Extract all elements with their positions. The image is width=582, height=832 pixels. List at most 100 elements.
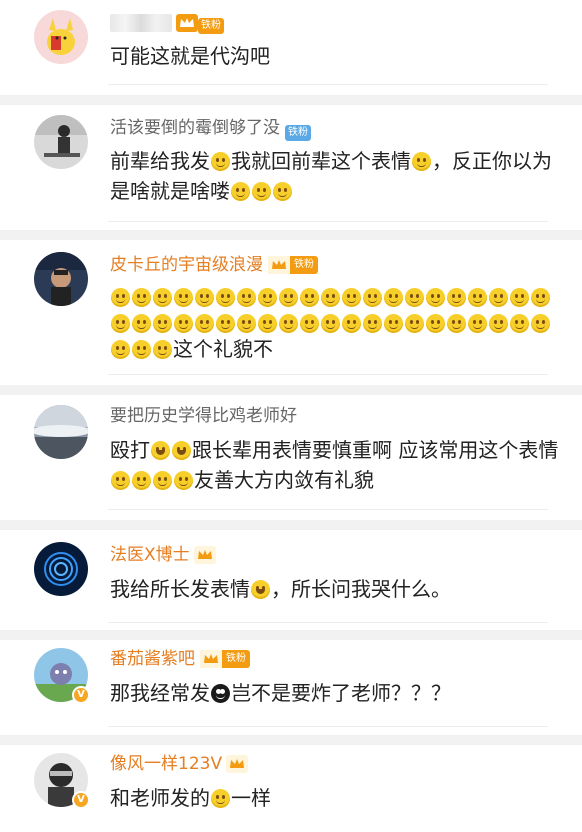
verified-v-icon: V [72, 686, 90, 704]
smile-emoji-icon [195, 288, 214, 307]
smile-emoji-icon [447, 288, 466, 307]
comment-item: 皮卡丘的宇宙级浪漫 铁粉 这个礼貌不 [0, 240, 582, 385]
comment-text: 那我经常发 岂不是要炸了老师？？？ [110, 678, 560, 708]
text-part: 岂不是要炸了老师？？？ [231, 681, 451, 705]
smile-emoji-icon [132, 314, 151, 333]
verified-v-icon: V [72, 791, 90, 809]
smile-emoji-icon [342, 314, 361, 333]
username-text: 皮卡丘的宇宙级浪漫 [110, 255, 263, 275]
comment-text: 我给所长发表情 ，所长问我哭什么。 [110, 574, 560, 604]
crown-icon [226, 755, 249, 773]
username[interactable]: 法医X博士 [110, 544, 216, 566]
smile-emoji-icon [489, 314, 508, 333]
comment-text: 和老师发的 一样 [110, 783, 560, 813]
smile-emoji-icon [342, 288, 361, 307]
username[interactable]: 铁粉 [110, 12, 224, 34]
avatar[interactable] [34, 252, 88, 306]
smile-emoji-icon [258, 314, 277, 333]
smile-emoji-icon [300, 288, 319, 307]
username-text: 番茄酱紫吧 [110, 649, 195, 669]
separator [0, 630, 582, 640]
smile-emoji-icon [384, 314, 403, 333]
laugh-cry-emoji-icon [172, 441, 191, 460]
divider [108, 622, 548, 623]
username[interactable]: 像风一样123V [110, 753, 249, 775]
text-part: 我就回前辈这个表情 [231, 149, 411, 173]
comment-item: V 番茄酱紫吧 铁粉 那我经常发 岂不是要炸了老师？？？ [0, 640, 582, 735]
comment-item: 活该要倒的霉倒够了没 铁粉 前辈给我发 我就回前辈这个表情 ，反正你以为是啥就是啥喽 [0, 105, 582, 230]
comment-text: 殴打 跟长辈用表情要慎重啊 应该常用这个表情 友善大方内敛有礼貌 [110, 435, 560, 495]
smile-emoji-icon [132, 471, 151, 490]
smile-emoji-icon [468, 314, 487, 333]
smile-emoji-icon [468, 288, 487, 307]
fan-badge-label: 铁粉 [285, 125, 311, 141]
text-part: 前辈给我发 [110, 149, 210, 173]
username[interactable]: 活该要倒的霉倒够了没 铁粉 [110, 117, 311, 141]
avatar[interactable] [34, 542, 88, 596]
smile-emoji-icon [111, 471, 130, 490]
smile-emoji-icon [300, 314, 319, 333]
comment-text: 这个礼貌不 [110, 284, 560, 362]
comment-item: V 像风一样123V 和老师发的 一样 [0, 745, 582, 832]
text-part: 殴打 [110, 438, 150, 462]
blurred-username [110, 14, 172, 32]
smile-emoji-icon [363, 288, 382, 307]
text-part: 那我经常发 [110, 681, 210, 705]
smile-emoji-icon [153, 340, 172, 359]
smile-emoji-icon [153, 314, 172, 333]
text-part: 这个礼貌不 [173, 337, 273, 361]
smile-emoji-icon [321, 314, 340, 333]
dark-face-emoji-icon [211, 684, 230, 703]
smile-emoji-icon [153, 471, 172, 490]
smile-emoji-icon [132, 288, 151, 307]
username[interactable]: 要把历史学得比鸡老师好 [110, 405, 297, 427]
fan-badge-label: 铁粉 [226, 653, 246, 664]
fan-badge: 铁粉 [198, 18, 224, 34]
smile-emoji-icon [447, 314, 466, 333]
text-part: ，所长问我哭什么。 [271, 577, 451, 601]
smile-emoji-icon [279, 288, 298, 307]
smile-emoji-icon [195, 314, 214, 333]
username[interactable]: 皮卡丘的宇宙级浪漫 铁粉 [110, 254, 318, 276]
comment-text: 前辈给我发 我就回前辈这个表情 ，反正你以为是啥就是啥喽 [110, 146, 560, 206]
smile-emoji-icon [174, 471, 193, 490]
smile-emoji-icon [211, 152, 230, 171]
smile-emoji-icon [111, 288, 130, 307]
smile-emoji-icon [174, 314, 193, 333]
divider [108, 374, 548, 375]
divider [108, 221, 548, 222]
smile-emoji-icon [405, 314, 424, 333]
text-part: 和老师发的 [110, 786, 210, 810]
separator [0, 230, 582, 240]
text-part: 跟长辈用表情要慎重啊 应该常用这个表情 [192, 438, 559, 462]
laugh-cry-emoji-icon [151, 441, 170, 460]
smile-emoji-icon [321, 288, 340, 307]
smile-emoji-icon [363, 314, 382, 333]
smile-emoji-icon [237, 314, 256, 333]
smile-emoji-icon [252, 182, 271, 201]
avatar[interactable] [34, 115, 88, 169]
crown-icon [268, 256, 290, 274]
comment-item: 铁粉 可能这就是代沟吧 [0, 0, 582, 95]
username-text: 活该要倒的霉倒够了没 [110, 118, 280, 138]
username[interactable]: 番茄酱紫吧 铁粉 [110, 648, 250, 670]
separator [0, 520, 582, 530]
crown-fan-badge: 铁粉 [200, 650, 250, 668]
avatar[interactable] [34, 10, 88, 64]
smile-emoji-icon [405, 288, 424, 307]
comment-text: 可能这就是代沟吧 [110, 44, 270, 68]
smile-emoji-icon [153, 288, 172, 307]
divider [108, 84, 548, 85]
crown-fan-badge: 铁粉 [268, 256, 318, 274]
avatar[interactable] [34, 405, 88, 459]
smile-emoji-icon [279, 314, 298, 333]
smile-emoji-icon [237, 288, 256, 307]
smile-emoji-icon [412, 152, 431, 171]
smile-emoji-icon [426, 314, 445, 333]
smile-emoji-icon [426, 288, 445, 307]
laugh-cry-emoji-icon [251, 580, 270, 599]
fan-badge: 铁粉 [285, 119, 311, 141]
separator [0, 95, 582, 105]
smile-emoji-icon [384, 288, 403, 307]
smile-emoji-icon [273, 182, 292, 201]
